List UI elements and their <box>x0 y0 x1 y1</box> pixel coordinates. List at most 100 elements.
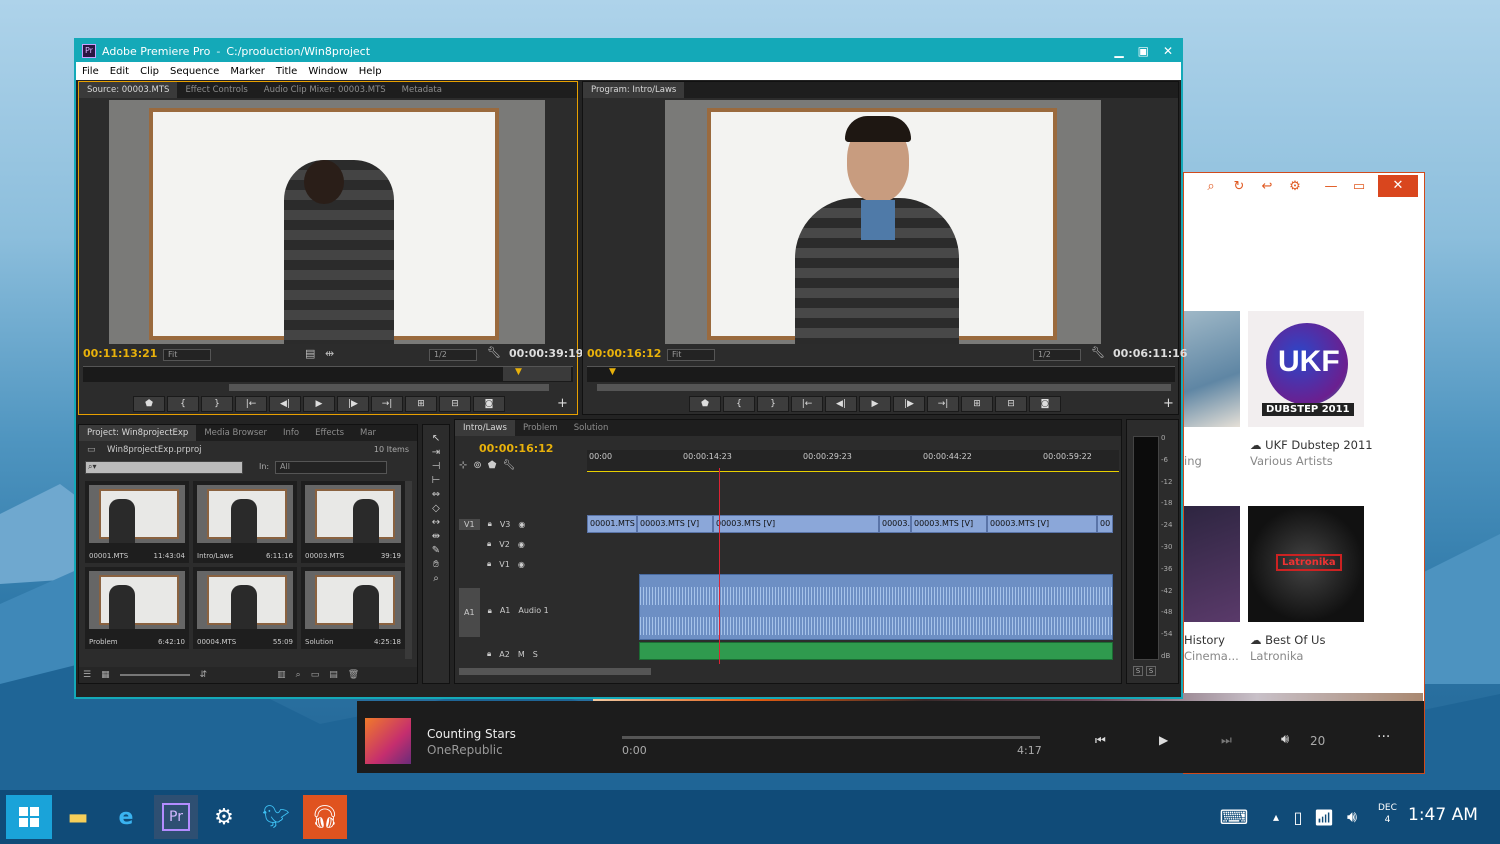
volume-icon[interactable]: 🔊︎ <box>1281 732 1289 747</box>
album-art-partial-2[interactable] <box>1184 506 1240 622</box>
project-scrollbar[interactable] <box>405 481 412 659</box>
tab-info[interactable]: Info <box>275 428 307 438</box>
track-v1[interactable]: 🔒︎ V1 ◉ <box>487 554 587 574</box>
lock-icon[interactable]: 🔒︎ <box>488 606 492 616</box>
video-clip[interactable]: 00003. <box>879 515 911 533</box>
now-playing-album-art[interactable] <box>365 718 411 764</box>
back-icon[interactable]: ↩ <box>1258 179 1276 194</box>
bin-item[interactable]: 00003.MTS 39:19 <box>301 481 405 563</box>
source-patch-a1[interactable]: A1 <box>459 588 480 637</box>
video-clip[interactable]: 00003.MTS [V] <box>987 515 1097 533</box>
play-icon[interactable]: ▶ <box>859 396 891 412</box>
track-a1[interactable]: A1 🔒︎ A1 Audio 1 <box>459 588 589 648</box>
play-icon[interactable]: ▶ <box>303 396 335 412</box>
premiere-taskbar-icon[interactable]: Pr <box>154 795 198 839</box>
program-res-select[interactable]: 1/2 <box>1033 349 1081 361</box>
bin-item[interactable]: Solution 4:25:18 <box>301 567 405 649</box>
find-icon[interactable]: ⌕ <box>296 670 301 680</box>
minimize-icon[interactable]: — <box>1322 179 1340 194</box>
tab-effect-controls[interactable]: Effect Controls <box>177 85 255 95</box>
minimize-icon[interactable]: ▁ <box>1114 44 1123 58</box>
step-forward-icon[interactable]: |▶ <box>893 396 925 412</box>
eye-icon[interactable]: ◉ <box>518 520 525 529</box>
source-res-select[interactable]: 1/2 <box>429 349 477 361</box>
file-explorer-icon[interactable]: ▬ <box>56 795 100 839</box>
more-icon[interactable]: ··· <box>1377 729 1390 745</box>
menu-window[interactable]: Window <box>308 66 347 77</box>
project-search-input[interactable]: ⌕▾ <box>85 461 243 474</box>
date-display[interactable]: DEC 4 <box>1378 802 1397 826</box>
solo-icon[interactable]: S <box>533 650 538 659</box>
search-icon[interactable]: ⌕ <box>1202 179 1220 194</box>
tab-effects[interactable]: Effects <box>307 428 352 438</box>
track-select-icon[interactable]: ⇥ <box>432 447 440 458</box>
zoom-slider[interactable] <box>119 674 190 676</box>
razor-icon[interactable]: ◇ <box>432 503 440 514</box>
add-marker-icon[interactable]: ⬟ <box>488 460 497 471</box>
program-time-ruler[interactable]: ▼ <box>587 366 1175 382</box>
step-forward-icon[interactable]: |▶ <box>337 396 369 412</box>
volume-icon[interactable]: 🔊︎ <box>1330 795 1374 839</box>
menu-clip[interactable]: Clip <box>140 66 159 77</box>
selection-tool-icon[interactable]: ↖ <box>432 433 440 444</box>
album-art-partial-1[interactable] <box>1184 311 1240 427</box>
lift-icon[interactable]: ⊞ <box>961 396 993 412</box>
album-art-ukf[interactable]: UKF DUBSTEP 2011 <box>1248 311 1364 427</box>
tab-markers[interactable]: Mar <box>352 428 384 438</box>
source-zoom-select[interactable]: Fit <box>163 349 211 361</box>
slip-icon[interactable]: ↔ <box>432 517 440 528</box>
next-icon[interactable]: ⏭ <box>1221 733 1232 748</box>
source-video[interactable] <box>109 100 545 344</box>
go-in-icon[interactable]: |← <box>791 396 823 412</box>
snap-icon[interactable]: ⊹ <box>459 460 467 471</box>
mark-out-icon[interactable]: } <box>201 396 233 412</box>
previous-icon[interactable]: ⏮ <box>1095 733 1106 748</box>
playhead-line[interactable] <box>719 468 720 664</box>
trash-icon[interactable]: 🗑︎ <box>348 670 359 680</box>
linked-icon[interactable]: ⊚ <box>473 460 481 471</box>
tab-solution[interactable]: Solution <box>566 423 617 433</box>
settings-icon[interactable]: 🔧︎ <box>502 460 515 471</box>
mark-in-icon[interactable]: { <box>723 396 755 412</box>
music-taskbar-icon[interactable]: 🎧︎ <box>303 795 347 839</box>
maximize-icon[interactable]: ▣ <box>1138 44 1149 58</box>
program-zoom-bar[interactable] <box>597 384 1171 391</box>
wrench-icon[interactable]: 🔧︎ <box>487 346 501 359</box>
tab-metadata[interactable]: Metadata <box>394 85 450 95</box>
refresh-icon[interactable]: ↻ <box>1230 179 1248 194</box>
tab-program[interactable]: Program: Intro/Laws <box>583 82 685 98</box>
start-button[interactable] <box>6 795 52 839</box>
twitter-icon[interactable]: 🐦︎ <box>254 795 298 839</box>
video-clip[interactable]: 00003.MTS [V] <box>713 515 879 533</box>
program-video[interactable] <box>665 100 1101 344</box>
mark-out-icon[interactable]: } <box>757 396 789 412</box>
steam-icon[interactable]: ⚙ <box>202 795 246 839</box>
go-out-icon[interactable]: →| <box>371 396 403 412</box>
rate-stretch-icon[interactable]: ⇔ <box>432 489 440 500</box>
bin-item[interactable]: 00004.MTS 55:09 <box>193 567 297 649</box>
menu-title[interactable]: Title <box>276 66 297 77</box>
solo-right-button[interactable]: S <box>1146 666 1156 676</box>
eye-icon[interactable]: ◉ <box>518 560 525 569</box>
solo-left-button[interactable]: S <box>1133 666 1143 676</box>
maximize-icon[interactable]: ▭ <box>1350 179 1368 194</box>
progress-track[interactable] <box>622 736 1040 739</box>
settings-icon[interactable]: ⚙ <box>1286 179 1304 194</box>
step-back-icon[interactable]: ◀| <box>825 396 857 412</box>
video-clip[interactable]: 00003.MTS [V] <box>637 515 713 533</box>
program-timecode-in[interactable]: 00:00:16:12 <box>587 347 661 360</box>
menu-sequence[interactable]: Sequence <box>170 66 219 77</box>
automate-icon[interactable]: ▥ <box>277 670 286 680</box>
slide-icon[interactable]: ⇹ <box>432 531 440 542</box>
playhead-icon[interactable]: ▼ <box>515 367 522 377</box>
tab-source[interactable]: Source: 00003.MTS <box>79 82 178 98</box>
list-view-icon[interactable]: ☰ <box>83 670 91 680</box>
program-zoom-select[interactable]: Fit <box>667 349 715 361</box>
video-clip[interactable]: 00003.MTS [V] <box>911 515 987 533</box>
add-button-icon[interactable]: + <box>1163 396 1174 411</box>
close-icon[interactable]: ✕ <box>1163 44 1173 58</box>
tab-problem[interactable]: Problem <box>515 423 566 433</box>
track-v2[interactable]: 🔒︎ V2 ◉ <box>487 534 587 554</box>
timeline-timecode[interactable]: 00:00:16:12 <box>479 442 553 455</box>
bin-item[interactable]: Intro/Laws 6:11:16 <box>193 481 297 563</box>
